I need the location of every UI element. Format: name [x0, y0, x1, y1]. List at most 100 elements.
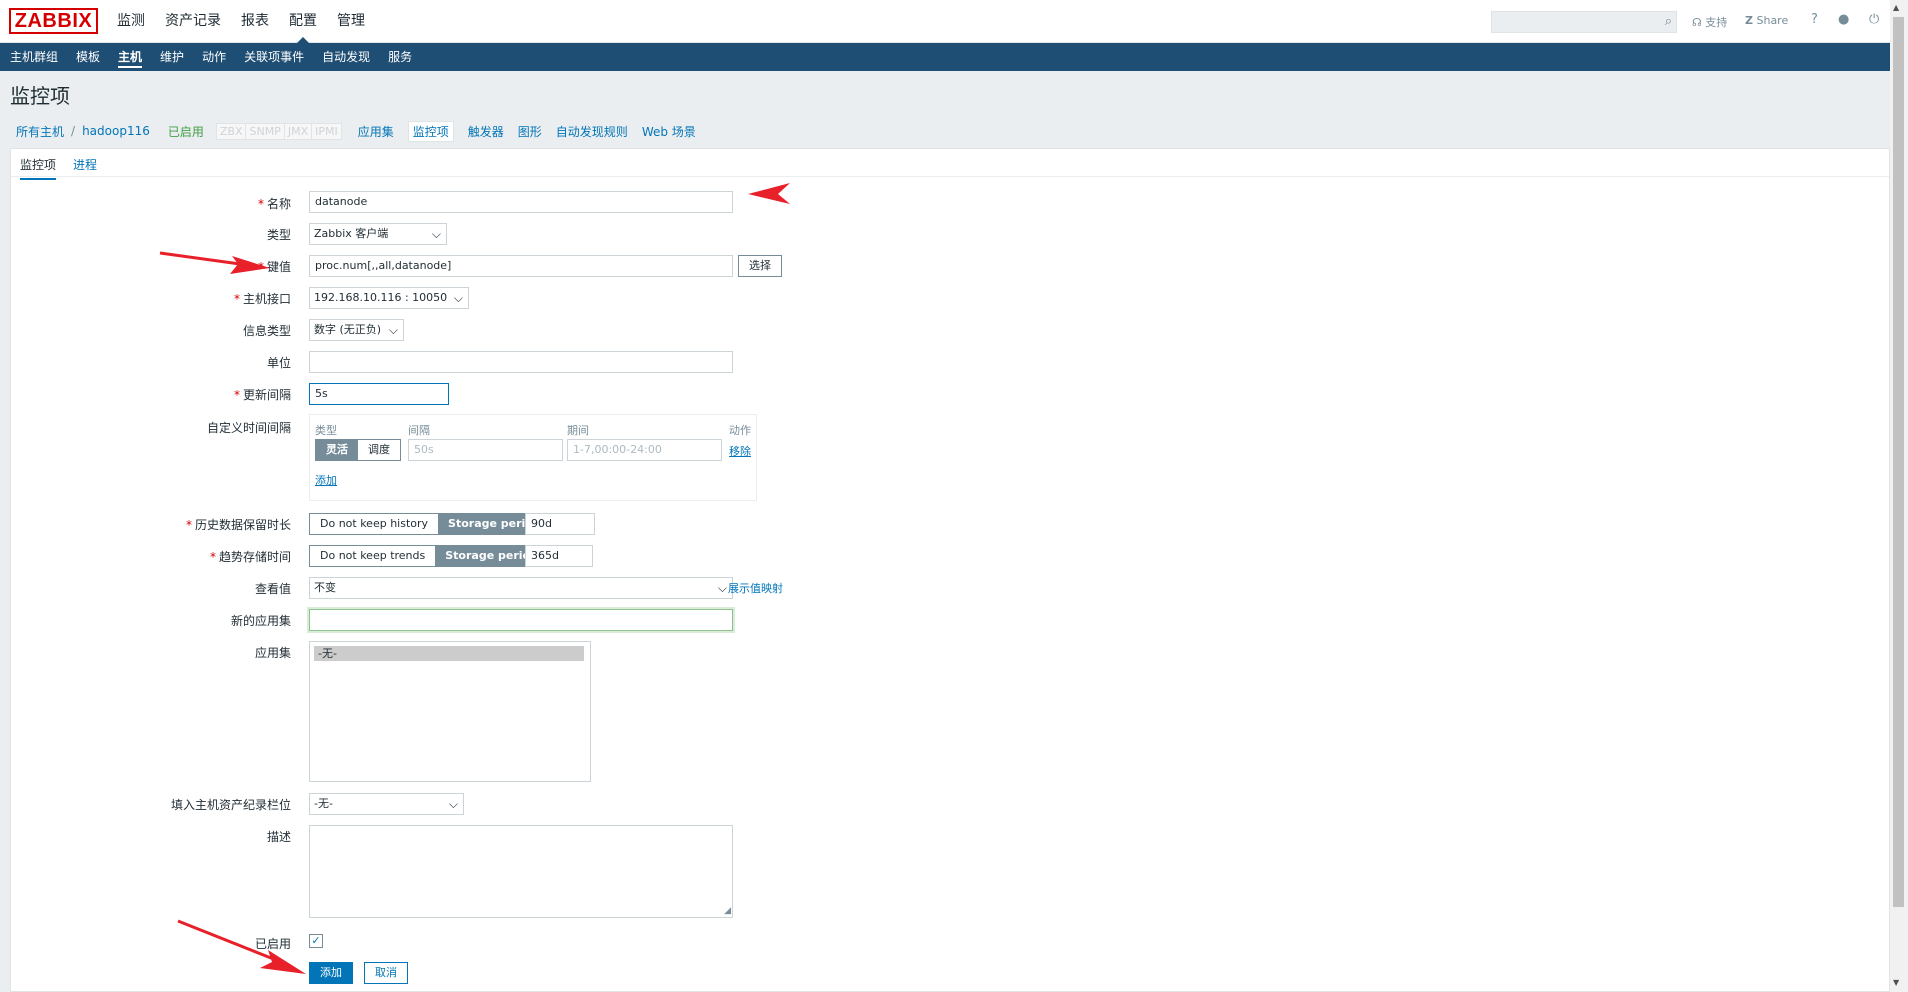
flexible-option[interactable]: 灵活: [316, 440, 358, 460]
show-value-mappings-link[interactable]: 展示值映射: [728, 580, 783, 596]
zabbix-share-icon: Z: [1745, 14, 1753, 27]
add-interval-link[interactable]: 添加: [315, 472, 337, 488]
scheduling-option[interactable]: 调度: [358, 440, 400, 460]
sub-nav-actions[interactable]: 动作: [202, 43, 226, 71]
host-link-triggers[interactable]: 触发器: [468, 123, 504, 140]
page-title: 监控项: [10, 84, 70, 108]
availability-badges: ZBX SNMP JMX IPMI: [215, 122, 342, 140]
description-textarea[interactable]: ◢: [309, 825, 733, 918]
name-label: * 名称: [257, 197, 291, 211]
custom-interval-input[interactable]: 50s: [408, 439, 563, 461]
logout-power-icon[interactable]: ⏻: [1869, 12, 1879, 27]
trends-do-not-keep-option[interactable]: Do not keep trends: [310, 546, 436, 566]
custom-col-type: 类型: [315, 424, 337, 437]
chevron-down-icon: ⌵: [717, 581, 727, 595]
cancel-button[interactable]: 取消: [364, 962, 408, 984]
zbx-badge: ZBX: [217, 123, 247, 139]
valuemap-select[interactable]: 不变 ⌵: [309, 577, 733, 599]
update-interval-label: * 更新间隔: [233, 388, 291, 402]
chevron-down-icon: ⌵: [448, 797, 458, 811]
key-input[interactable]: proc.num[,,all,datanode]: [309, 255, 733, 277]
applications-listbox[interactable]: -无-: [309, 641, 591, 782]
top-nav-monitoring[interactable]: 监测: [117, 0, 145, 43]
top-nav-administration[interactable]: 管理: [337, 0, 365, 43]
inventory-field-label: 填入主机资产纪录栏位: [170, 798, 291, 812]
custom-period-input[interactable]: 1-7,00:00-24:00: [567, 439, 722, 461]
enabled-checkbox[interactable]: ✓: [309, 934, 323, 948]
interval-type-toggle: 灵活 调度: [315, 439, 401, 461]
chevron-down-icon: ⌵: [453, 291, 463, 305]
item-form-panel: 监控项 进程 * 名称 datanode 类型 Zabbix 客户端 ⌵ * 键值 p…: [10, 148, 1890, 992]
new-application-label: 新的应用集: [230, 614, 291, 628]
tab-preprocessing[interactable]: 进程: [73, 156, 97, 173]
valuemap-label: 查看值: [254, 582, 291, 596]
key-label: * 键值: [257, 260, 291, 274]
name-input[interactable]: datanode: [309, 191, 733, 213]
inventory-field-select[interactable]: -无- ⌵: [309, 793, 464, 815]
remove-interval-link[interactable]: 移除: [729, 443, 751, 459]
host-link-items[interactable]: 监控项: [407, 120, 454, 142]
top-nav: 监测 资产记录 报表 配置 管理: [117, 0, 385, 43]
breadcrumb-all-hosts[interactable]: 所有主机: [16, 123, 64, 140]
enabled-label: 已启用: [254, 937, 291, 951]
page-scrollbar-thumb[interactable]: [1893, 17, 1904, 907]
host-link-graphs[interactable]: 图形: [518, 123, 542, 140]
units-label: 单位: [266, 356, 291, 370]
share-link[interactable]: Z Share: [1745, 14, 1788, 27]
chevron-down-icon: ⌵: [388, 323, 398, 337]
update-interval-input[interactable]: 5s: [309, 383, 449, 405]
info-type-select[interactable]: 数字 (无正负) ⌵: [309, 319, 404, 341]
breadcrumb: 所有主机 / hadoop116 已启用 ZBX SNMP JMX IPMI 应…: [16, 120, 710, 142]
headset-icon: ☊: [1692, 16, 1702, 29]
support-link[interactable]: ☊ 支持: [1692, 14, 1727, 30]
checkmark-icon: ✓: [311, 934, 321, 947]
tab-item[interactable]: 监控项: [20, 156, 57, 180]
info-type-label: 信息类型: [242, 324, 291, 338]
top-nav-reports[interactable]: 报表: [241, 0, 269, 43]
history-do-not-keep-option[interactable]: Do not keep history: [310, 514, 439, 534]
breadcrumb-host[interactable]: hadoop116: [82, 124, 150, 138]
sub-nav-host-groups[interactable]: 主机群组: [10, 43, 58, 71]
custom-col-interval: 间隔: [408, 424, 430, 437]
interface-label: * 主机接口: [233, 292, 291, 306]
scroll-down-arrow-icon[interactable]: ▼: [1893, 978, 1899, 987]
sub-nav-templates[interactable]: 模板: [76, 43, 100, 71]
trends-label: * 趋势存储时间: [209, 550, 291, 564]
search-icon[interactable]: ⌕: [1665, 14, 1672, 29]
history-label: * 历史数据保留时长: [185, 518, 291, 532]
top-nav-inventory[interactable]: 资产记录: [165, 0, 221, 43]
applications-option-none[interactable]: -无-: [314, 646, 584, 661]
key-select-button[interactable]: 选择: [738, 255, 782, 277]
interface-select[interactable]: 192.168.10.116 : 10050 ⌵: [309, 287, 469, 309]
host-link-web-scenarios[interactable]: Web 场景: [642, 123, 696, 140]
add-button[interactable]: 添加: [309, 962, 353, 984]
help-icon[interactable]: ?: [1811, 12, 1818, 27]
sub-nav-hosts[interactable]: 主机: [118, 43, 143, 71]
history-input[interactable]: 90d: [525, 513, 595, 535]
sub-nav-services[interactable]: 服务: [388, 43, 412, 71]
new-application-input[interactable]: [309, 609, 733, 631]
breadcrumb-separator: /: [71, 124, 76, 138]
custom-intervals-table: 类型 间隔 期间 动作 灵活 调度 50s 1-7,00:00-24:00 移除…: [309, 414, 757, 501]
resize-grip-icon[interactable]: ◢: [724, 907, 731, 916]
top-header: ZABBIX 监测 资产记录 报表 配置 管理 ⌕ ☊ 支持 Z Share ?…: [0, 0, 1890, 43]
top-nav-configuration[interactable]: 配置: [289, 0, 317, 43]
sub-nav-maintenance[interactable]: 维护: [160, 43, 184, 71]
sub-nav-discovery[interactable]: 自动发现: [322, 43, 370, 71]
host-link-applications[interactable]: 应用集: [358, 123, 394, 140]
type-select[interactable]: Zabbix 客户端 ⌵: [309, 223, 447, 245]
custom-col-action: 动作: [729, 424, 751, 437]
user-profile-icon[interactable]: ●: [1838, 12, 1849, 27]
applications-label: 应用集: [254, 646, 291, 660]
trends-toggle: Do not keep trends Storage period: [309, 545, 549, 567]
sub-nav: 主机群组 模板 主机 维护 动作 关联项事件 自动发现 服务: [0, 43, 1890, 71]
units-input[interactable]: [309, 351, 733, 373]
trends-input[interactable]: 365d: [525, 545, 593, 567]
sub-nav-correlation[interactable]: 关联项事件: [244, 43, 304, 71]
host-status-badge[interactable]: 已启用: [168, 123, 204, 140]
global-search-input[interactable]: ⌕: [1491, 11, 1677, 33]
zabbix-logo[interactable]: ZABBIX: [9, 8, 98, 34]
host-link-discovery-rules[interactable]: 自动发现规则: [556, 123, 628, 140]
scroll-up-arrow-icon[interactable]: ▲: [1893, 3, 1899, 12]
type-label: 类型: [266, 228, 291, 242]
